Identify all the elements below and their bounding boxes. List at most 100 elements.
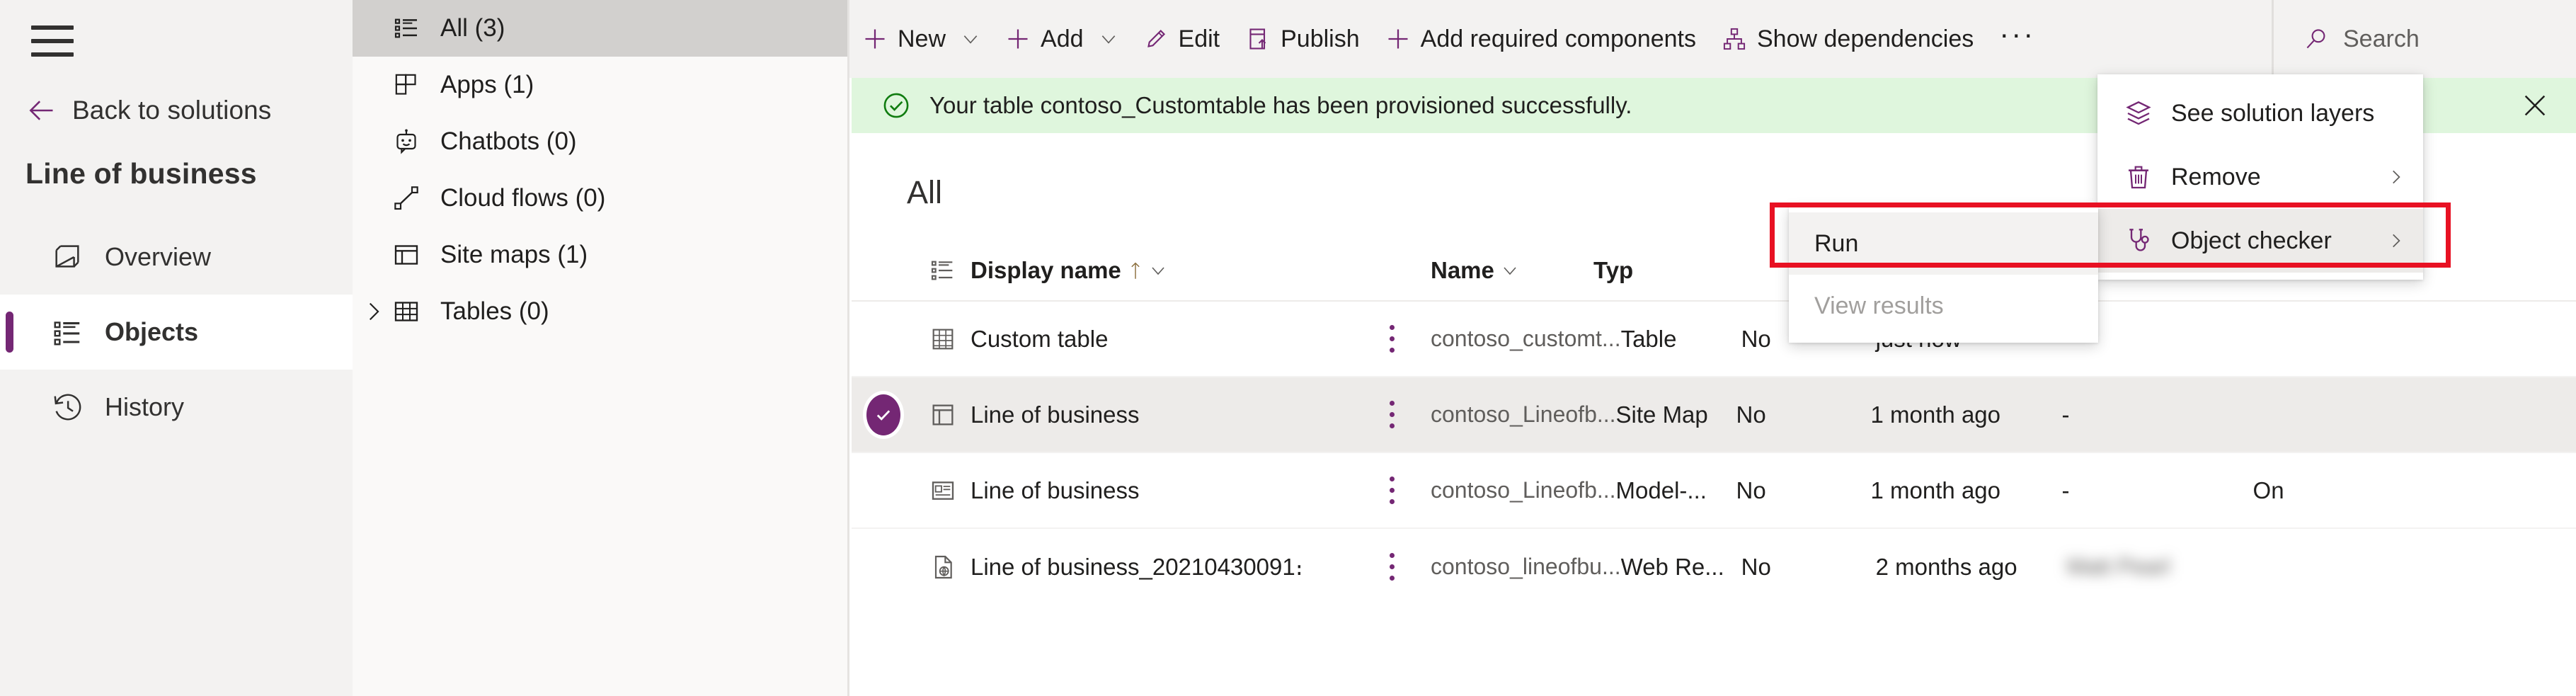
submenu-item-run[interactable]: Run — [1789, 212, 2098, 275]
search-placeholder-label: Search — [2343, 25, 2420, 53]
tree-item-label: Chatbots (0) — [440, 127, 577, 156]
sidebar-item-history[interactable]: History — [0, 370, 353, 445]
header-display-name[interactable]: Display name — [971, 257, 1353, 284]
header-display-name-label: Display name — [971, 257, 1121, 284]
all-list-icon — [392, 14, 420, 42]
objects-list-icon — [51, 316, 84, 348]
overflow-ellipsis-icon: ··· — [1999, 28, 2035, 50]
column-options-list-icon — [929, 256, 957, 285]
add-button-label: Add — [1041, 25, 1084, 53]
row-type-icon-cell — [915, 325, 971, 353]
row-actions-button[interactable] — [1353, 325, 1431, 353]
row-actions-button[interactable] — [1353, 401, 1431, 428]
row-status: On — [2253, 477, 2284, 503]
row-display-name: Custom table — [971, 326, 1108, 352]
more-options-icon — [1388, 325, 1395, 353]
back-to-solutions-link[interactable]: Back to solutions — [25, 91, 271, 130]
header-name[interactable]: Name — [1431, 257, 1593, 284]
menu-item-object-checker[interactable]: Object checker — [2097, 209, 2423, 273]
tree-item-apps[interactable]: Apps (1) — [353, 57, 847, 113]
menu-item-remove[interactable]: Remove — [2097, 145, 2423, 209]
plus-icon — [862, 26, 888, 52]
close-icon[interactable] — [2521, 91, 2549, 120]
publish-icon — [1245, 26, 1271, 52]
chevron-down-icon[interactable] — [1501, 262, 1518, 279]
tree-item-site-maps[interactable]: Site maps (1) — [353, 227, 847, 283]
header-type[interactable]: Typ — [1593, 257, 1714, 284]
search-input[interactable]: Search — [2272, 0, 2576, 78]
row-actions-button[interactable] — [1353, 553, 1431, 581]
history-clock-icon — [51, 391, 84, 423]
new-button[interactable]: New — [849, 0, 992, 78]
sidebar-item-objects[interactable]: Objects — [0, 295, 353, 370]
row-display-name: Line of business — [971, 401, 1140, 428]
table-row[interactable]: Line of business contoso_Lineofb... Site… — [852, 377, 2576, 453]
add-required-components-label: Add required components — [1421, 25, 1696, 53]
chevron-down-icon[interactable] — [1099, 30, 1118, 48]
sidebar-item-label: Overview — [105, 242, 211, 272]
more-options-icon — [1388, 401, 1395, 428]
hamburger-bar — [31, 25, 74, 30]
add-required-components-button[interactable]: Add required components — [1373, 0, 1709, 78]
row-managed: No — [1741, 554, 1771, 580]
web-resource-icon — [929, 553, 957, 581]
hamburger-menu-icon[interactable] — [25, 20, 79, 62]
chevron-down-icon[interactable] — [961, 30, 980, 48]
page-title: All — [907, 174, 942, 211]
submenu-item-view-results: View results — [1789, 275, 2098, 337]
solution-layers-icon — [2124, 99, 2153, 127]
table-row[interactable]: Line of business contoso_Lineofb... Mode… — [852, 453, 2576, 529]
chevron-down-icon[interactable] — [1150, 262, 1167, 279]
sidebar-item-overview[interactable]: Overview — [0, 219, 353, 295]
solution-title: Line of business — [25, 157, 257, 190]
row-selected-check-icon — [866, 394, 900, 435]
chevron-right-icon[interactable] — [2386, 232, 2405, 250]
show-dependencies-button[interactable]: Show dependencies — [1709, 0, 1986, 78]
sidebar-item-label: History — [105, 392, 184, 422]
tree-item-label: All (3) — [440, 14, 505, 42]
row-checkbox[interactable] — [852, 394, 915, 435]
row-owner: - — [2062, 477, 2070, 503]
model-app-icon — [929, 477, 957, 505]
hamburger-bar — [31, 39, 74, 43]
row-actions-button[interactable] — [1353, 477, 1431, 504]
tree-item-tables[interactable]: Tables (0) — [353, 283, 847, 340]
site-map-icon — [929, 401, 957, 429]
row-owner: Matt Pearl — [2067, 554, 2170, 579]
overflow-more-button[interactable]: ··· — [1986, 0, 2048, 78]
search-icon — [2303, 26, 2329, 52]
plus-icon — [1005, 26, 1031, 52]
sidebar-item-label: Objects — [105, 317, 198, 347]
row-type: Model-... — [1616, 477, 1707, 503]
tree-item-label: Site maps (1) — [440, 241, 588, 269]
table-row[interactable]: Line of business_20210430091։ contoso_li… — [852, 529, 2576, 605]
table-row[interactable]: Custom table contoso_customt... Table No… — [852, 302, 2576, 377]
tree-item-chatbots[interactable]: Chatbots (0) — [353, 113, 847, 170]
tree-item-all[interactable]: All (3) — [353, 0, 847, 57]
row-display-name: Line of business_20210430091։ — [971, 554, 1303, 580]
row-name: contoso_Lineofb... — [1431, 477, 1616, 503]
apps-grid-icon — [392, 71, 420, 99]
publish-button[interactable]: Publish — [1232, 0, 1373, 78]
site-map-icon — [392, 241, 420, 269]
power-apps-solution-objects-screen: Back to solutions Line of business Overv… — [0, 0, 2576, 696]
tree-item-cloud-flows[interactable]: Cloud flows (0) — [353, 170, 847, 227]
add-button[interactable]: Add — [992, 0, 1130, 78]
overview-icon — [51, 241, 84, 273]
row-modified: 1 month ago — [1871, 401, 2000, 428]
rail-nav-list: Overview Objects — [0, 219, 353, 445]
row-type-icon-cell — [915, 401, 971, 429]
chevron-right-icon[interactable] — [2386, 168, 2405, 186]
more-options-icon — [1388, 553, 1395, 581]
chevron-right-icon[interactable] — [361, 299, 385, 324]
table-grid-icon — [929, 325, 957, 353]
tree-item-label: Apps (1) — [440, 71, 534, 99]
edit-button[interactable]: Edit — [1130, 0, 1233, 78]
row-managed: No — [1736, 401, 1766, 428]
command-bar: New Add Edit — [849, 0, 2576, 78]
success-notification-text: Your table contoso_Customtable has been … — [929, 92, 1632, 119]
header-type-icon-cell[interactable] — [915, 256, 971, 285]
menu-item-see-solution-layers[interactable]: See solution layers — [2097, 81, 2423, 145]
header-name-label: Name — [1431, 257, 1494, 284]
row-type: Site Map — [1616, 401, 1708, 428]
